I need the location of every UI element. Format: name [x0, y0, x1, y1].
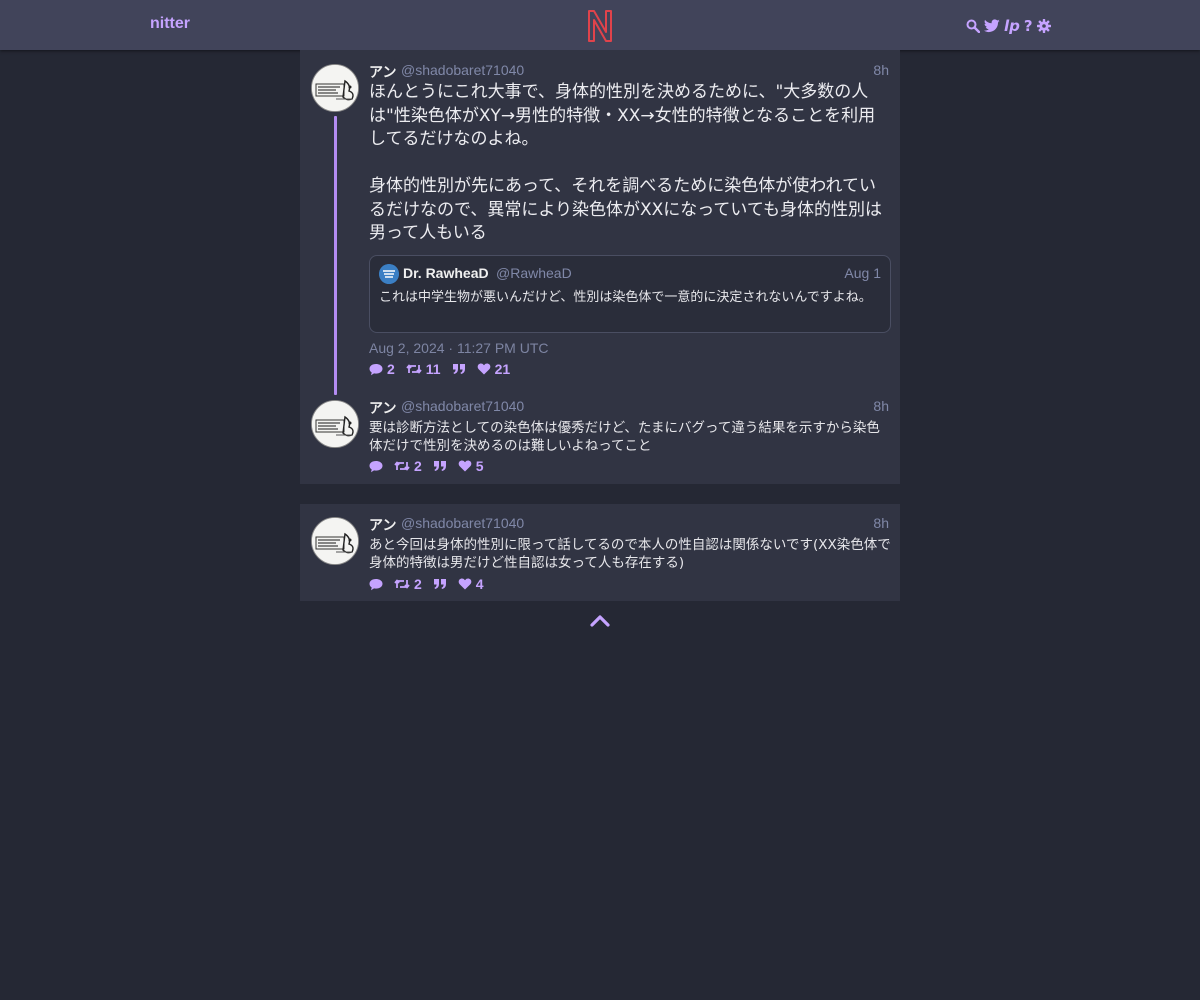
navbar: nitter lp ?	[0, 0, 1200, 50]
heart-icon	[477, 363, 490, 375]
tweet-stats: 2 11 21	[369, 361, 521, 377]
like-count: 21	[494, 361, 511, 377]
tweet-header: アン @shadobaret71040 8h	[369, 515, 889, 533]
quote-icon	[433, 461, 446, 471]
tweet-time[interactable]: 8h	[873, 398, 889, 414]
like-stat[interactable]: 21	[477, 361, 511, 377]
twitter-bird-icon[interactable]	[984, 18, 1000, 34]
reply-stat[interactable]	[369, 460, 383, 473]
tweet-header: アン @shadobaret71040 8h	[369, 398, 889, 416]
tweet-text: 要は診断方法としての染色体は優秀だけど、たまにバグって違う結果を示すから染色体だ…	[369, 420, 880, 454]
quote-stat[interactable]	[452, 363, 466, 375]
username[interactable]: @shadobaret71040	[401, 62, 524, 78]
like-stat[interactable]: 5	[458, 458, 484, 474]
retweet-icon	[394, 461, 410, 471]
quote-tweet[interactable]: Dr. RawheaD @RawheaD Aug 1 これは中学生物が悪いんだけ…	[369, 255, 891, 333]
heart-icon	[458, 578, 472, 590]
tweet-text: ほんとうにこれ大事で、身体的性別を決めるために、"大多数の人は"性染色体がXY→…	[369, 82, 883, 243]
brand-link[interactable]: nitter	[150, 15, 190, 33]
quote-time[interactable]: Aug 1	[844, 265, 881, 281]
reply-count: 2	[387, 361, 395, 377]
tweet-stats: 2 5	[369, 458, 495, 474]
tweet-header: アン @shadobaret71040 8h	[369, 62, 889, 80]
comment-icon	[369, 460, 383, 472]
help-icon[interactable]: ?	[1024, 18, 1033, 34]
nitter-logo-icon[interactable]	[585, 8, 615, 44]
quote-stat[interactable]	[433, 460, 447, 472]
search-icon[interactable]	[966, 18, 980, 34]
heart-icon	[458, 460, 472, 472]
retweet-count: 2	[414, 458, 422, 474]
avatar[interactable]	[311, 400, 359, 448]
chevron-up-icon[interactable]	[590, 612, 610, 628]
tweet-time[interactable]: 8h	[873, 62, 889, 78]
tweet-text: あと今回は身体的性別に限って話してるので本人の性自認は関係ないです(XX染色体で…	[369, 537, 891, 571]
fullname[interactable]: アン	[369, 62, 396, 82]
nav-icons: lp ?	[966, 18, 1051, 34]
quote-icon	[452, 364, 465, 374]
reply-stat[interactable]: 2	[369, 361, 395, 377]
username[interactable]: @shadobaret71040	[401, 398, 524, 414]
quote-username[interactable]: @RawheaD	[496, 265, 572, 281]
quote-avatar	[379, 264, 399, 284]
quote-icon	[433, 579, 446, 589]
fullname[interactable]: アン	[369, 515, 396, 535]
tweet-time[interactable]: 8h	[873, 515, 889, 531]
like-stat[interactable]: 4	[458, 576, 484, 592]
retweet-stat[interactable]: 2	[394, 576, 422, 592]
comment-icon	[369, 363, 383, 375]
thread-line	[334, 116, 337, 395]
like-count: 5	[475, 458, 484, 474]
gear-icon[interactable]	[1036, 18, 1051, 34]
quote-fullname[interactable]: Dr. RawheaD	[403, 265, 489, 281]
comment-icon	[369, 578, 383, 590]
quote-text: これは中学生物が悪いんだけど、性別は染色体で一意的に決定されないんですよね。	[379, 290, 872, 305]
retweet-count: 11	[425, 361, 441, 377]
like-count: 4	[475, 576, 484, 592]
lp-icon[interactable]: lp	[1004, 18, 1020, 34]
tweet-stats: 2 4	[369, 576, 495, 592]
reply-stat[interactable]	[369, 578, 383, 591]
retweet-stat[interactable]: 2	[394, 458, 422, 474]
fullname[interactable]: アン	[369, 398, 396, 418]
retweet-icon	[394, 579, 410, 589]
published-date: Aug 2, 2024 · 11:27 PM UTC	[369, 340, 549, 356]
retweet-stat[interactable]: 11	[406, 361, 441, 377]
avatar[interactable]	[311, 64, 359, 112]
quote-stat[interactable]	[433, 578, 447, 590]
avatar[interactable]	[311, 517, 359, 565]
username[interactable]: @shadobaret71040	[401, 515, 524, 531]
retweet-icon	[406, 364, 422, 374]
retweet-count: 2	[414, 576, 422, 592]
